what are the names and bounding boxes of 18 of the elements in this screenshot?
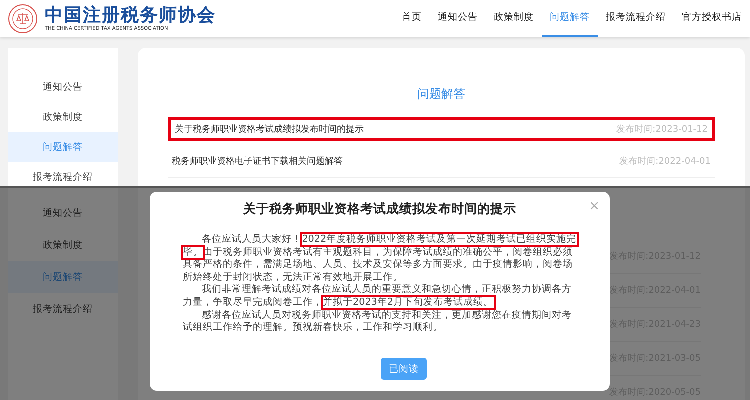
dialog-paragraph: 感谢各位应试人员对税务师职业资格考试的支持和关注，更加感谢您在疫情期间对考试组织工作给予的理解。预祝新春快乐，工作和学习顺利。 bbox=[183, 310, 574, 335]
nav-link[interactable]: 问题解答 bbox=[542, 0, 598, 37]
article-date: 发布时间:2023-01-12 bbox=[616, 124, 708, 136]
nav-link[interactable]: 报考流程介绍 bbox=[598, 0, 674, 37]
site-title: 中国注册税务师协会 bbox=[45, 4, 216, 26]
nav-link[interactable]: 官方授权书店 bbox=[674, 0, 750, 37]
article-title: 税务师职业资格电子证书下载相关问题解答 bbox=[172, 156, 343, 168]
dialog-paragraph: 我们非常理解考试成绩对各位应试人员的重要意义和急切心情，正积极努力协调各方力量，争取尽早完成阅卷工作，并拟于2023年2月下旬发布考试成绩。 bbox=[183, 284, 574, 310]
nav-link[interactable]: 通知公告 bbox=[430, 0, 486, 37]
article-row[interactable]: 关于税务师职业资格考试成绩拟发布时间的提示 发布时间:2023-01-12 bbox=[168, 117, 715, 141]
article-title: 关于税务师职业资格考试成绩拟发布时间的提示 bbox=[175, 124, 364, 136]
section-title: 问题解答 bbox=[416, 86, 466, 103]
seal-logo-icon bbox=[8, 4, 38, 34]
dialog-title: 关于税务师职业资格考试成绩拟发布时间的提示 bbox=[242, 201, 518, 217]
article-row[interactable]: 税务师职业资格电子证书下载相关问题解答 发布时间:2022-04-01 bbox=[168, 145, 715, 178]
nav-link[interactable]: 首页 bbox=[394, 0, 430, 37]
article-date: 发布时间:2022-04-01 bbox=[620, 156, 711, 168]
nav-link[interactable]: 政策制度 bbox=[486, 0, 542, 37]
